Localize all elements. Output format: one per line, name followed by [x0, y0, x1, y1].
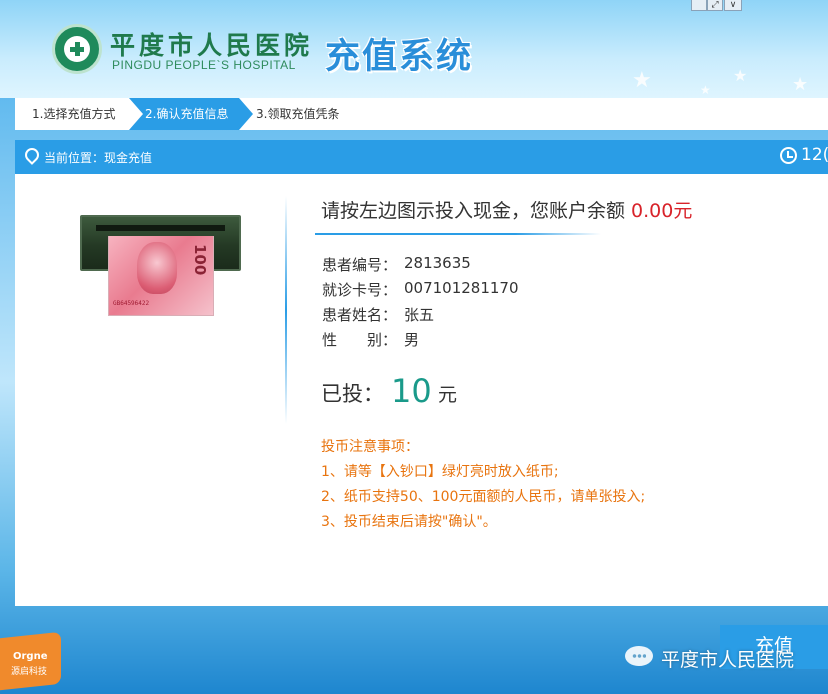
step-get-receipt: 3.领取充值凭条	[256, 107, 340, 121]
window-expand-icon[interactable]: ⤢	[707, 0, 723, 11]
note-item: 2、纸币支持50、100元面额的人民币，请单张投入;	[321, 489, 646, 505]
banknote-denomination: 100	[191, 244, 209, 276]
hospital-name-cn: 平度市人民医院	[110, 31, 314, 60]
step-confirm-info: 2.确认充值信息	[129, 98, 253, 130]
location-text: 当前位置：现金充值	[44, 151, 153, 165]
insert-cash-instruction: 请按左边图示投入现金，您账户余额 0.00元	[321, 196, 692, 223]
patient-id-value: 2813635	[404, 254, 471, 272]
watermark-text: 平度市人民医院	[661, 649, 795, 671]
card-number-value: 007101281170	[404, 279, 519, 297]
patient-name-value: 张五	[404, 306, 435, 324]
patient-name-label: 患者姓名：	[322, 306, 398, 324]
patient-id-label: 患者编号：	[322, 256, 398, 274]
banknote-illustration: 100 GB64596422	[108, 236, 214, 316]
wechat-icon	[625, 646, 653, 666]
brand-name-cn: 源启科技	[11, 667, 48, 677]
note-item: 1、请等【入钞口】绿灯亮时放入纸币;	[321, 464, 559, 480]
gender-label: 性 别：	[322, 331, 398, 349]
hospital-logo	[52, 24, 102, 74]
banknote-serial: GB64596422	[113, 300, 150, 307]
star-decoration: ★	[792, 74, 809, 95]
panel-divider	[285, 196, 287, 424]
account-balance: 0.00元	[631, 200, 693, 222]
window-menu-icon[interactable]: ∨	[724, 0, 742, 11]
location-bar: 当前位置：现金充值 12(	[15, 140, 828, 174]
patient-id-row: 患者编号： 2813635	[322, 254, 471, 275]
inserted-amount: 10	[391, 372, 432, 410]
step-select-method: 1.选择充值方式	[32, 107, 116, 121]
gender-row: 性 别： 男	[322, 329, 419, 350]
banknote-portrait	[137, 242, 177, 294]
hospital-name-en: PINGDU PEOPLE`S HOSPITAL	[112, 58, 296, 72]
card-number-row: 就诊卡号： 007101281170	[322, 279, 519, 300]
system-title: 充值系统	[325, 37, 474, 77]
instruction-underline	[315, 233, 601, 235]
star-decoration: ★	[733, 66, 748, 85]
instruction-text: 请按左边图示投入现金，您账户余额	[321, 200, 632, 222]
location-pin-icon	[22, 145, 42, 165]
step-progress-bar: 1.选择充值方式 2.确认充值信息 3.领取充值凭条	[15, 98, 828, 130]
star-decoration: ★	[632, 68, 652, 93]
inserted-unit: 元	[438, 384, 458, 406]
card-number-label: 就诊卡号：	[322, 281, 398, 299]
note-item: 3、投币结束后请按"确认"。	[321, 514, 497, 530]
inserted-label: 已投：	[321, 382, 384, 406]
countdown-timer: 12(	[801, 145, 828, 165]
brand-name-en: Orgne	[13, 651, 48, 662]
patient-name-row: 患者姓名： 张五	[322, 304, 434, 325]
star-decoration: ★	[700, 83, 711, 97]
gender-value: 男	[404, 331, 420, 349]
alarm-clock-icon	[780, 147, 797, 164]
notes-title: 投币注意事项：	[321, 439, 419, 455]
window-restore-button[interactable]	[691, 0, 707, 11]
